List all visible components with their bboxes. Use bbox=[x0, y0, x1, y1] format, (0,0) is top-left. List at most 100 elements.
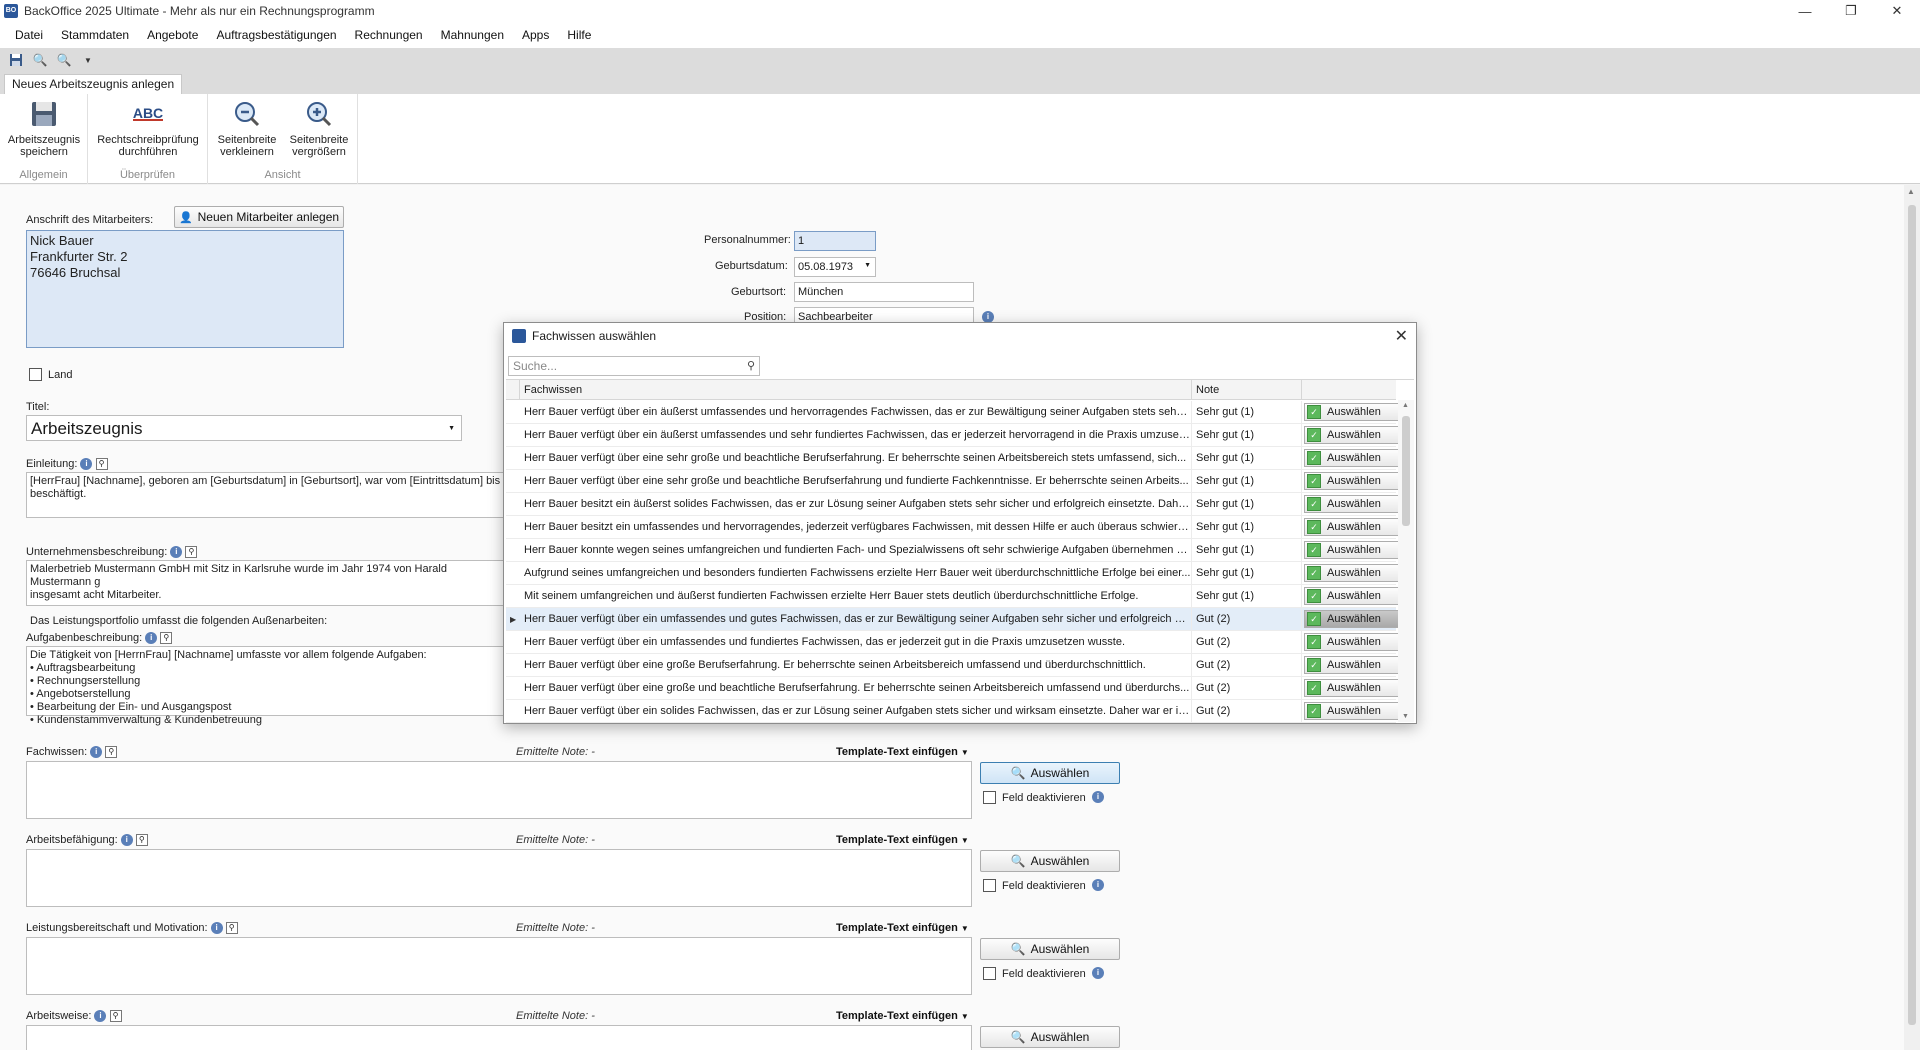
row-select-button[interactable]: ✓ Auswählen bbox=[1304, 564, 1400, 582]
zoom-out-icon[interactable]: 🔍 bbox=[32, 52, 48, 68]
save-certificate-button[interactable]: Arbeitszeugnis speichern bbox=[4, 98, 84, 158]
cell-note[interactable]: Gut (2) bbox=[1192, 631, 1302, 654]
cell-fachwissen[interactable]: Herr Bauer verfügt über ein umfassendes … bbox=[520, 608, 1192, 631]
table-row[interactable]: Herr Bauer verfügt über ein solides Fach… bbox=[506, 700, 1400, 723]
arbeitsbefaehigung-select-button[interactable]: 🔍 Auswählen bbox=[980, 850, 1120, 872]
restore-button[interactable]: ❐ bbox=[1828, 0, 1874, 22]
fachwissen-deactivate-checkbox[interactable] bbox=[983, 791, 996, 804]
preview-icon[interactable]: ⚲ bbox=[105, 746, 118, 759]
table-row[interactable]: Aufgrund seines umfangreichen und besond… bbox=[506, 562, 1400, 585]
close-window-button[interactable]: ✕ bbox=[1874, 0, 1920, 22]
table-row[interactable]: Herr Bauer besitzt ein umfassendes und h… bbox=[506, 516, 1400, 539]
info-icon[interactable]: i bbox=[90, 746, 103, 759]
row-select-button[interactable]: ✓ Auswählen bbox=[1304, 679, 1400, 697]
grid-scrollbar[interactable]: ▲ ▼ bbox=[1398, 400, 1414, 722]
row-select-button[interactable]: ✓ Auswählen bbox=[1304, 449, 1400, 467]
table-row[interactable]: Herr Bauer verfügt über eine sehr große … bbox=[506, 447, 1400, 470]
search-input[interactable]: Suche... ⚲ bbox=[508, 356, 760, 376]
info-icon[interactable]: i bbox=[145, 632, 158, 645]
row-select-button[interactable]: ✓ Auswählen bbox=[1304, 426, 1400, 444]
menu-hilfe[interactable]: Hilfe bbox=[558, 28, 600, 42]
scroll-up-icon[interactable]: ▲ bbox=[1402, 402, 1409, 409]
cell-note[interactable]: Sehr gut (1) bbox=[1192, 424, 1302, 447]
cell-note[interactable]: Gut (2) bbox=[1192, 654, 1302, 677]
row-select-button[interactable]: ✓ Auswählen bbox=[1304, 518, 1400, 536]
table-row[interactable]: ▶ Herr Bauer verfügt über ein umfassendes… bbox=[506, 608, 1400, 631]
cell-note[interactable]: Sehr gut (1) bbox=[1192, 516, 1302, 539]
cell-fachwissen[interactable]: Herr Bauer besitzt ein umfassendes und h… bbox=[520, 516, 1192, 539]
table-row[interactable]: Herr Bauer besitzt ein äußerst solides F… bbox=[506, 493, 1400, 516]
geburtsdatum-picker[interactable]: 05.08.1973 ▼ bbox=[794, 257, 876, 277]
preview-icon[interactable]: ⚲ bbox=[109, 1010, 122, 1023]
template-dropdown[interactable]: Template-Text einfügen ▼ bbox=[836, 834, 969, 846]
menu-mahnungen[interactable]: Mahnungen bbox=[432, 28, 513, 42]
info-icon[interactable]: i bbox=[210, 922, 223, 935]
cell-fachwissen[interactable]: Herr Bauer verfügt über eine große und b… bbox=[520, 677, 1192, 700]
leistungsbereitschaft-select-button[interactable]: 🔍 Auswählen bbox=[980, 938, 1120, 960]
menu-angebote[interactable]: Angebote bbox=[138, 28, 207, 42]
table-row[interactable]: Herr Bauer verfügt über ein äußerst umfa… bbox=[506, 424, 1400, 447]
titel-select[interactable]: Arbeitszeugnis ▼ bbox=[26, 415, 462, 441]
cell-fachwissen[interactable]: Aufgrund seines umfangreichen und besond… bbox=[520, 562, 1192, 585]
table-row[interactable]: Herr Bauer verfügt über eine große und b… bbox=[506, 677, 1400, 700]
cell-fachwissen[interactable]: Herr Bauer verfügt über ein äußerst umfa… bbox=[520, 424, 1192, 447]
chevron-down-icon[interactable]: ▼ bbox=[864, 262, 871, 269]
table-row[interactable]: Herr Bauer konnte wegen seines umfangrei… bbox=[506, 539, 1400, 562]
page-width-increase-button[interactable]: Seitenbreite vergrößern bbox=[284, 98, 354, 158]
arbeitsbefaehigung-textarea[interactable] bbox=[26, 849, 972, 907]
zoom-in-icon[interactable]: 🔍 bbox=[56, 52, 72, 68]
table-row[interactable]: Mit seinem umfangreichen und äußerst fun… bbox=[506, 585, 1400, 608]
cell-fachwissen[interactable]: Herr Bauer verfügt über eine große Beruf… bbox=[520, 654, 1192, 677]
info-icon[interactable]: i bbox=[170, 546, 183, 559]
scroll-up-icon[interactable]: ▲ bbox=[1907, 187, 1915, 196]
menu-rechnungen[interactable]: Rechnungen bbox=[346, 28, 432, 42]
preview-icon[interactable]: ⚲ bbox=[95, 458, 108, 471]
table-row[interactable]: Herr Bauer verfügt über ein äußerst umfa… bbox=[506, 401, 1400, 424]
table-row[interactable]: Herr Bauer verfügt über eine sehr große … bbox=[506, 470, 1400, 493]
cell-fachwissen[interactable]: Mit seinem umfangreichen und äußerst fun… bbox=[520, 585, 1192, 608]
cell-note[interactable]: Sehr gut (1) bbox=[1192, 493, 1302, 516]
scroll-down-icon[interactable]: ▼ bbox=[1402, 713, 1409, 720]
new-employee-button[interactable]: 👤 Neuen Mitarbeiter anlegen bbox=[174, 206, 344, 228]
chevron-down-icon[interactable]: ▼ bbox=[448, 425, 455, 432]
menu-apps[interactable]: Apps bbox=[513, 28, 558, 42]
cell-note[interactable]: Gut (2) bbox=[1192, 677, 1302, 700]
row-select-button[interactable]: ✓ Auswählen bbox=[1304, 702, 1400, 720]
template-dropdown[interactable]: Template-Text einfügen ▼ bbox=[836, 746, 969, 758]
cell-note[interactable]: Gut (2) bbox=[1192, 700, 1302, 723]
cell-note[interactable]: Gut (2) bbox=[1192, 608, 1302, 631]
row-select-button[interactable]: ✓ Auswählen bbox=[1304, 403, 1400, 421]
main-scrollbar[interactable]: ▲ bbox=[1904, 185, 1920, 1050]
scrollbar-thumb[interactable] bbox=[1908, 205, 1916, 1025]
save-icon[interactable] bbox=[8, 52, 24, 68]
preview-icon[interactable]: ⚲ bbox=[185, 546, 198, 559]
info-icon[interactable]: i bbox=[94, 1010, 107, 1023]
aufgaben-textarea[interactable]: Die Tätigkeit von [HerrnFrau] [Nachname]… bbox=[26, 646, 504, 726]
arbeitsweise-textarea[interactable] bbox=[26, 1025, 972, 1050]
row-select-button[interactable]: ✓ Auswählen bbox=[1304, 587, 1400, 605]
info-icon[interactable]: i bbox=[80, 458, 93, 471]
row-select-button[interactable]: ✓ Auswählen bbox=[1304, 472, 1400, 490]
row-select-button[interactable]: ✓ Auswählen bbox=[1304, 633, 1400, 651]
template-dropdown[interactable]: Template-Text einfügen ▼ bbox=[836, 1010, 969, 1022]
search-icon[interactable]: ⚲ bbox=[747, 359, 755, 372]
dialog-close-icon[interactable]: ✕ bbox=[1395, 326, 1408, 346]
scrollbar-thumb[interactable] bbox=[1402, 416, 1410, 526]
cell-note[interactable]: Sehr gut (1) bbox=[1192, 585, 1302, 608]
cell-note[interactable]: Sehr gut (1) bbox=[1192, 539, 1302, 562]
info-icon[interactable]: i bbox=[1092, 967, 1104, 979]
preview-icon[interactable]: ⚲ bbox=[225, 922, 238, 935]
info-icon[interactable]: i bbox=[1092, 879, 1104, 891]
page-width-decrease-button[interactable]: Seitenbreite verkleinern bbox=[212, 98, 282, 158]
preview-icon[interactable]: ⚲ bbox=[160, 632, 173, 645]
menu-auftragsbestaetigungen[interactable]: Auftragsbestätigungen bbox=[207, 28, 345, 42]
cell-fachwissen[interactable]: Herr Bauer besitzt ein äußerst solides F… bbox=[520, 493, 1192, 516]
cell-note[interactable]: Sehr gut (1) bbox=[1192, 401, 1302, 424]
cell-fachwissen[interactable]: Herr Bauer konnte wegen seines umfangrei… bbox=[520, 539, 1192, 562]
row-select-button[interactable]: ✓ Auswählen bbox=[1304, 610, 1400, 628]
einleitung-textarea[interactable]: [HerrFrau] [Nachname], geboren am [Gebur… bbox=[26, 472, 504, 518]
fachwissen-textarea[interactable] bbox=[26, 761, 972, 819]
arbeitsbefaehigung-deactivate-checkbox[interactable] bbox=[983, 879, 996, 892]
cell-note[interactable]: Sehr gut (1) bbox=[1192, 470, 1302, 493]
column-header-note[interactable]: Note bbox=[1192, 380, 1302, 400]
